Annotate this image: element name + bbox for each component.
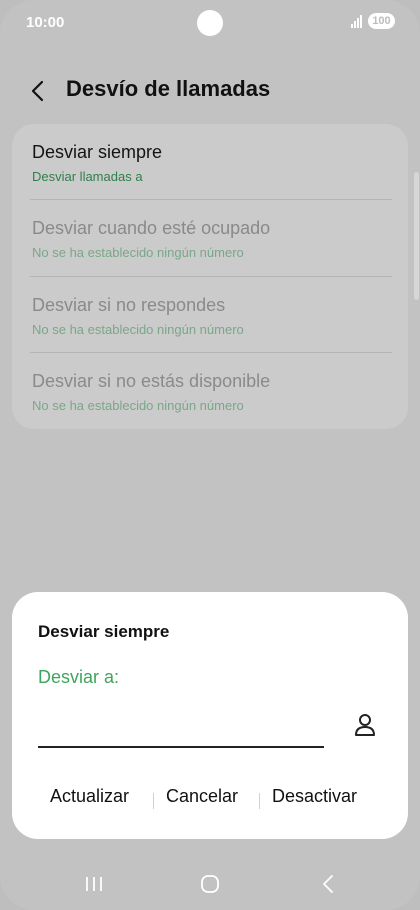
recents-icon[interactable]	[74, 864, 114, 904]
app-header: Desvío de llamadas	[0, 60, 420, 120]
disable-button[interactable]: Desactivar	[272, 786, 357, 807]
forward-always-dialog: Desviar siempre Desviar a: Actualizar Ca…	[12, 592, 408, 839]
chevron-left-icon[interactable]	[22, 74, 56, 108]
dialog-actions: Actualizar Cancelar Desactivar	[12, 786, 408, 816]
forward-number-input[interactable]	[38, 712, 324, 748]
scrollbar[interactable]	[414, 172, 419, 300]
option-subtitle: Desviar llamadas a	[32, 169, 143, 184]
action-separator	[153, 793, 154, 809]
dialog-title: Desviar siempre	[38, 622, 170, 641]
phone-screen: 10:00 100 Desvío de llamadas Desviar sie…	[0, 0, 420, 910]
signal-icon	[351, 14, 365, 28]
option-forward-unreachable[interactable]: Desviar si no estás disponible No se ha …	[30, 353, 392, 429]
option-title: Desviar siempre	[32, 142, 163, 162]
person-icon[interactable]	[350, 710, 380, 740]
status-bar: 10:00 100	[0, 0, 420, 46]
battery-icon: 100	[368, 13, 395, 29]
home-icon[interactable]	[190, 864, 230, 904]
navigation-bar	[0, 864, 420, 904]
option-title: Desviar si no estás disponible	[32, 371, 271, 391]
option-subtitle: No se ha establecido ningún número	[32, 245, 244, 260]
forward-to-label: Desviar a:	[38, 667, 120, 687]
option-title: Desviar si no respondes	[32, 295, 226, 315]
option-forward-always[interactable]: Desviar siempre Desviar llamadas a	[30, 124, 392, 200]
option-subtitle: No se ha establecido ningún número	[32, 322, 244, 337]
status-time: 10:00	[26, 14, 65, 31]
page-title: Desvío de llamadas	[66, 76, 271, 101]
action-separator	[259, 793, 260, 809]
option-forward-no-answer[interactable]: Desviar si no respondes No se ha estable…	[30, 277, 392, 353]
update-button[interactable]: Actualizar	[50, 786, 129, 807]
forwarding-options-list: Desviar siempre Desviar llamadas a Desvi…	[12, 124, 408, 429]
cancel-button[interactable]: Cancelar	[166, 786, 238, 807]
camera-cutout	[197, 10, 223, 36]
back-icon[interactable]	[308, 864, 348, 904]
option-subtitle: No se ha establecido ningún número	[32, 398, 244, 413]
option-title: Desviar cuando esté ocupado	[32, 218, 271, 238]
option-forward-busy[interactable]: Desviar cuando esté ocupado No se ha est…	[30, 200, 392, 276]
